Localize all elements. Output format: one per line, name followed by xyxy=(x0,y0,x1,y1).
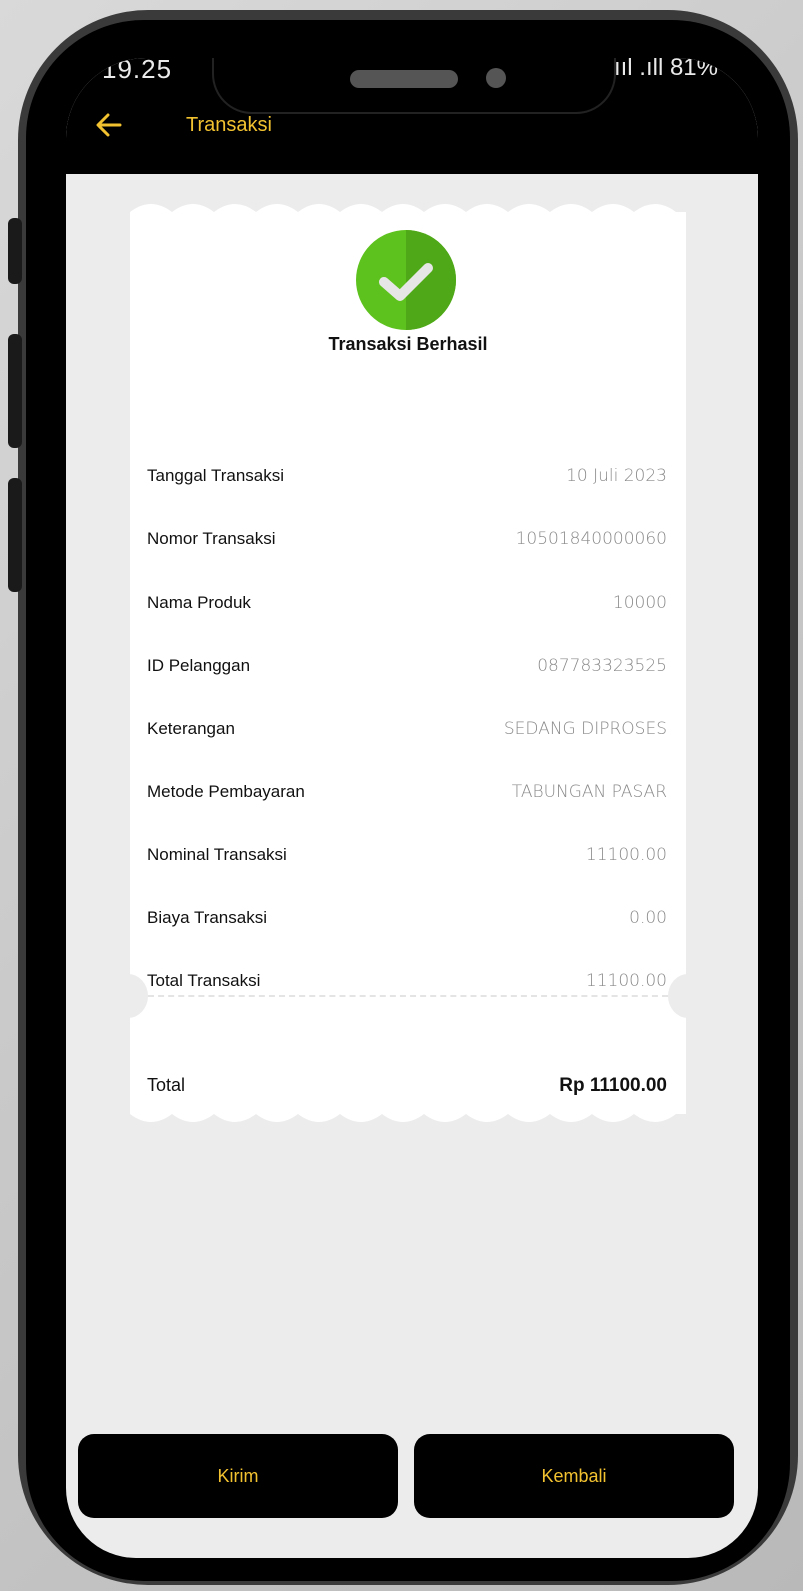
detail-row-description: Keterangan SEDANG DIPROSES xyxy=(147,719,667,749)
receipt-cutout-right xyxy=(668,974,708,1018)
detail-value: TABUNGAN PASAR xyxy=(511,782,667,802)
status-indicators: ııl .ıll 81% xyxy=(613,58,718,81)
detail-row-nominal: Nominal Transaksi 11100.00 xyxy=(147,845,667,875)
detail-row-number: Nomor Transaksi 10501840000060 xyxy=(147,529,667,559)
receipt-scallop-top xyxy=(130,200,686,222)
check-circle-icon xyxy=(356,230,456,330)
detail-label: Nominal Transaksi xyxy=(147,845,287,864)
detail-value: 11100.00 xyxy=(585,971,667,991)
volume-down-button xyxy=(8,334,22,448)
detail-label: Metode Pembayaran xyxy=(147,782,305,801)
detail-label: Nomor Transaksi xyxy=(147,529,276,548)
send-button[interactable]: Kirim xyxy=(78,1434,398,1518)
back-button[interactable]: Kembali xyxy=(414,1434,734,1518)
receipt-scallop-bottom xyxy=(130,1104,686,1126)
detail-label: Nama Produk xyxy=(147,593,251,612)
volume-up-button xyxy=(8,218,22,284)
app-header: 19.25 ııl .ıll 81% Transaksi xyxy=(66,58,758,174)
receipt-divider xyxy=(148,995,668,997)
detail-value: 10501840000060 xyxy=(515,529,667,549)
detail-value: 10 Juli 2023 xyxy=(566,466,667,486)
status-time: 19.25 xyxy=(102,58,173,84)
total-row: Total Rp 11100.00 xyxy=(147,1075,667,1105)
receipt-card: Transaksi Berhasil Tanggal Transaksi 10 … xyxy=(108,200,708,1126)
detail-row-fee: Biaya Transaksi 0.00 xyxy=(147,908,667,938)
transaction-status-title: Transaksi Berhasil xyxy=(328,334,488,354)
detail-value: 11100.00 xyxy=(585,845,667,865)
detail-label: Tanggal Transaksi xyxy=(147,466,285,485)
speaker-grille xyxy=(350,70,458,88)
arrow-left-icon[interactable] xyxy=(94,110,124,140)
detail-row-customer-id: ID Pelanggan 087783323525 xyxy=(147,656,667,686)
page-title: Transaksi xyxy=(186,114,272,136)
detail-row-date: Tanggal Transaksi 10 Juli 2023 xyxy=(147,466,667,496)
detail-label: ID Pelanggan xyxy=(147,656,251,675)
detail-label: Biaya Transaksi xyxy=(147,908,267,927)
detail-label: Total Transaksi xyxy=(147,971,261,990)
detail-value: 0.00 xyxy=(629,908,667,928)
detail-value: 087783323525 xyxy=(537,656,667,676)
detail-row-payment-method: Metode Pembayaran TABUNGAN PASAR xyxy=(147,782,667,812)
camera-notch xyxy=(212,58,616,114)
app-screen: 19.25 ııl .ıll 81% Transaksi Transaksi B… xyxy=(66,58,758,1558)
power-button xyxy=(8,478,22,592)
front-camera xyxy=(486,68,506,88)
detail-row-product: Nama Produk 10000 xyxy=(147,593,667,623)
detail-value: 10000 xyxy=(612,593,667,613)
receipt-cutout-left xyxy=(108,974,148,1018)
total-amount: Rp 11100.00 xyxy=(559,1075,667,1096)
detail-value: SEDANG DIPROSES xyxy=(503,719,667,739)
total-label: Total xyxy=(147,1075,186,1095)
detail-label: Keterangan xyxy=(147,719,235,738)
